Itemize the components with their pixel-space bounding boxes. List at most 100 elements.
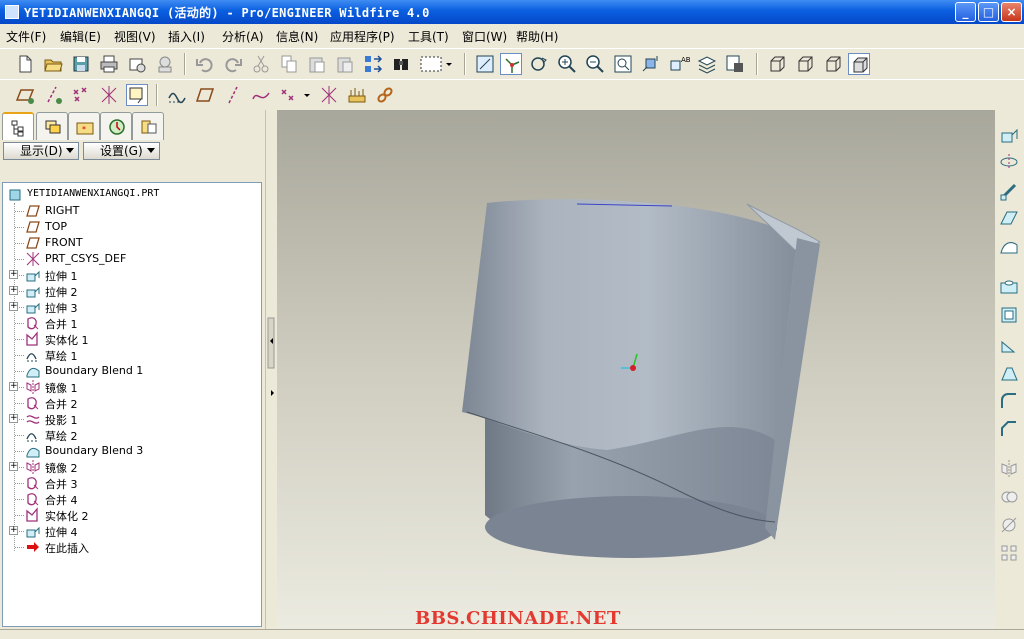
connections-tab-icon[interactable] [132, 112, 164, 140]
tree-item[interactable]: 合并 2 [25, 395, 255, 411]
shell-tool-icon[interactable] [998, 304, 1020, 326]
tree-item[interactable]: 在此插入 [25, 539, 255, 555]
sketch-tool-icon[interactable] [166, 84, 188, 106]
tree-item[interactable]: FRONT [25, 235, 255, 251]
menu-tools[interactable]: 工具(T) [408, 28, 449, 45]
mail-recipient-icon[interactable] [154, 53, 176, 75]
pattern-tool-icon[interactable] [998, 542, 1020, 564]
tree-item[interactable]: Boundary Blend 3 [25, 443, 255, 459]
expand-toggle-icon[interactable]: + [9, 462, 18, 471]
analysis-feature-icon[interactable] [346, 84, 368, 106]
collapse-handle[interactable] [267, 317, 275, 369]
model-canvas[interactable] [277, 110, 995, 629]
tree-item[interactable]: 实体化 2 [25, 507, 255, 523]
trim-tool-icon[interactable] [998, 514, 1020, 536]
select-box-icon[interactable] [418, 53, 454, 75]
merge-tool-icon[interactable] [998, 486, 1020, 508]
save-icon[interactable] [70, 53, 92, 75]
tree-item[interactable]: RIGHT [25, 203, 255, 219]
paste-icon[interactable] [306, 53, 328, 75]
minimize-button[interactable]: _ [955, 2, 976, 22]
expand-toggle-icon[interactable]: + [9, 382, 18, 391]
zoom-in-icon[interactable] [556, 53, 578, 75]
tree-item[interactable]: TOP [25, 219, 255, 235]
print-icon[interactable] [98, 53, 120, 75]
tree-item[interactable]: 拉伸 1 [25, 267, 255, 283]
chain-icon[interactable] [374, 84, 396, 106]
paste-special-icon[interactable] [334, 53, 356, 75]
favorites-tab-icon[interactable]: * [68, 112, 100, 140]
saved-views-icon[interactable]: AB [668, 53, 691, 75]
mirror-tool-icon[interactable] [998, 458, 1020, 480]
datum-csys-icon[interactable] [318, 84, 340, 106]
maximize-button[interactable]: □ [978, 2, 999, 22]
tree-item[interactable]: 拉伸 4 [25, 523, 255, 539]
model-bottom-face[interactable] [485, 496, 777, 558]
hole-tool-icon[interactable] [998, 276, 1020, 298]
expand-toggle-icon[interactable]: + [9, 302, 18, 311]
shading-icon[interactable] [848, 53, 870, 75]
redo-icon[interactable] [222, 53, 244, 75]
point-display-icon[interactable] [70, 84, 92, 106]
new-icon[interactable] [14, 53, 36, 75]
expand-toggle-icon[interactable]: + [9, 286, 18, 295]
menu-file[interactable]: 文件(F) [6, 28, 46, 45]
find-icon[interactable] [390, 53, 412, 75]
menu-analysis[interactable]: 分析(A) [222, 28, 264, 45]
datum-axis-icon[interactable] [222, 84, 244, 106]
orient-icon[interactable] [528, 53, 550, 75]
undo-icon[interactable] [194, 53, 216, 75]
revolve-tool-icon[interactable] [998, 151, 1020, 173]
layer-tree-tab-icon[interactable] [36, 112, 68, 140]
regenerate-icon[interactable] [362, 53, 384, 75]
reorient-icon[interactable] [640, 53, 662, 75]
history-tab-icon[interactable] [100, 112, 132, 140]
tree-item[interactable]: 镜像 1 [25, 379, 255, 395]
hidden-line-icon[interactable] [794, 53, 816, 75]
menu-view[interactable]: 视图(V) [114, 28, 156, 45]
settings-button[interactable]: 设置(G) [83, 142, 160, 160]
show-button[interactable]: 显示(D) [3, 142, 79, 160]
style-tool-icon[interactable] [998, 236, 1020, 258]
sweep-tool-icon[interactable] [998, 180, 1020, 202]
tree-item[interactable]: 草绘 1 [25, 347, 255, 363]
repaint-icon[interactable] [474, 53, 496, 75]
expand-toggle-icon[interactable]: + [9, 526, 18, 535]
refit-icon[interactable] [612, 53, 634, 75]
datum-point-icon[interactable] [278, 84, 312, 106]
tree-item[interactable]: PRT_CSYS_DEF [25, 251, 255, 267]
tree-item[interactable]: 合并 3 [25, 475, 255, 491]
no-hidden-icon[interactable] [822, 53, 844, 75]
menu-edit[interactable]: 编辑(E) [60, 28, 101, 45]
round-tool-icon[interactable] [998, 390, 1020, 412]
chamfer-tool-icon[interactable] [998, 418, 1020, 440]
expand-toggle-icon[interactable]: + [9, 414, 18, 423]
tree-item[interactable]: Boundary Blend 1 [25, 363, 255, 379]
menu-window[interactable]: 窗口(W) [462, 28, 507, 45]
extrude-tool-icon[interactable] [998, 124, 1020, 146]
tree-item[interactable]: 拉伸 2 [25, 283, 255, 299]
annotation-display-icon[interactable] [126, 84, 148, 106]
tree-item[interactable]: 投影 1 [25, 411, 255, 427]
draft-tool-icon[interactable] [998, 362, 1020, 384]
tree-item[interactable]: 实体化 1 [25, 331, 255, 347]
send-mail-icon[interactable] [126, 53, 148, 75]
datum-axis-display-icon[interactable] [42, 84, 64, 106]
tree-item[interactable]: 合并 1 [25, 315, 255, 331]
panel-splitter[interactable] [265, 110, 277, 629]
model-tree-tab-icon[interactable] [2, 112, 34, 140]
open-icon[interactable] [42, 53, 64, 75]
view-manager-icon[interactable] [724, 53, 746, 75]
graphics-viewport[interactable]: BBS.CHINADE.NET [277, 110, 995, 629]
cut-icon[interactable] [250, 53, 272, 75]
datum-plane-icon[interactable] [194, 84, 216, 106]
expand-toggle-icon[interactable]: + [9, 270, 18, 279]
model-upper-body[interactable] [462, 199, 797, 450]
zoom-out-icon[interactable] [584, 53, 606, 75]
close-button[interactable]: × [1001, 2, 1022, 22]
datum-plane-display-icon[interactable] [14, 84, 36, 106]
layers-icon[interactable] [696, 53, 718, 75]
tree-item[interactable]: 草绘 2 [25, 427, 255, 443]
menu-help[interactable]: 帮助(H) [516, 28, 558, 45]
tree-item[interactable]: 镜像 2 [25, 459, 255, 475]
